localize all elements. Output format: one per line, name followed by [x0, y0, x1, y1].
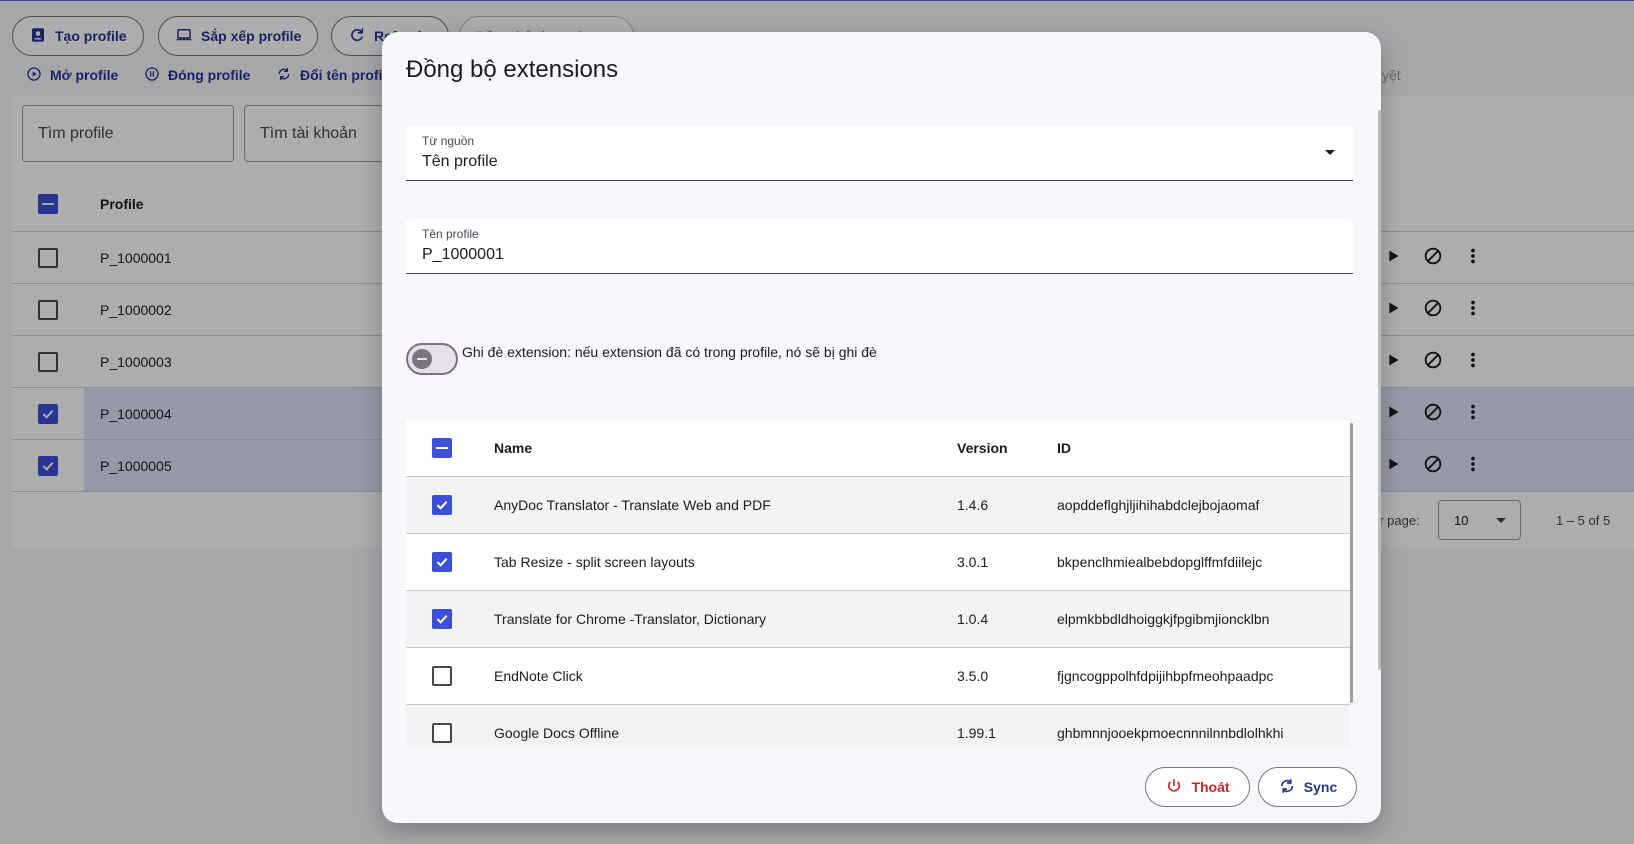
extensions-table-header: Name Version ID	[406, 420, 1350, 477]
table-row[interactable]: Translate for Chrome -Translator, Dictio…	[406, 591, 1350, 648]
source-value: Tên profile	[422, 153, 498, 170]
sync-button[interactable]: Sync	[1258, 767, 1357, 807]
dialog-scrollbar[interactable]	[1378, 110, 1381, 670]
extension-name: Google Docs Offline	[494, 725, 620, 741]
version-column-header: Version	[957, 440, 1008, 456]
exit-button[interactable]: Thoát	[1145, 767, 1250, 807]
extensions-scrollbar[interactable]	[1350, 423, 1353, 703]
extension-checkbox[interactable]	[432, 723, 452, 743]
profile-name-label: Tên profile	[422, 227, 479, 241]
extension-id: elpmkbbdldhoiggkjfpgibmjioncklbn	[1057, 611, 1270, 627]
source-select[interactable]: Từ nguồn Tên profile	[406, 126, 1353, 181]
extension-id: ghbmnnjooekpmoecnnnilnnbdlolhkhi	[1057, 725, 1284, 741]
id-column-header: ID	[1057, 440, 1071, 456]
dropdown-arrow-icon	[1325, 150, 1335, 155]
extension-version: 1.4.6	[957, 497, 989, 513]
power-icon	[1165, 777, 1183, 798]
extensions-table: Name Version ID AnyDoc Translator - Tran…	[406, 420, 1350, 748]
minus-icon	[412, 349, 432, 369]
source-label: Từ nguồn	[422, 134, 475, 148]
exit-label: Thoát	[1191, 779, 1230, 795]
extension-version: 3.5.0	[957, 668, 989, 684]
overwrite-label: Ghi đè extension: nếu extension đã có tr…	[462, 344, 877, 360]
extension-id: bkpenclhmiealbebdopglffmfdiilejc	[1057, 554, 1263, 570]
table-row[interactable]: Google Docs Offline 1.99.1 ghbmnnjooekpm…	[406, 705, 1350, 748]
profile-name-value: P_1000001	[422, 246, 504, 263]
extension-name: AnyDoc Translator - Translate Web and PD…	[494, 497, 771, 513]
table-row[interactable]: AnyDoc Translator - Translate Web and PD…	[406, 477, 1350, 534]
extension-name: EndNote Click	[494, 668, 583, 684]
extension-id: aopddeflghjljihihabdclejbojaomaf	[1057, 497, 1260, 513]
extension-checkbox[interactable]	[432, 552, 452, 572]
extension-version: 1.99.1	[957, 725, 996, 741]
extension-checkbox[interactable]	[432, 666, 452, 686]
table-row[interactable]: Tab Resize - split screen layouts 3.0.1 …	[406, 534, 1350, 591]
sync-label: Sync	[1303, 779, 1338, 795]
sync-extensions-dialog: Đồng bộ extensions Từ nguồn Tên profile …	[382, 32, 1381, 823]
overwrite-toggle[interactable]	[406, 343, 458, 375]
extension-name: Translate for Chrome -Translator, Dictio…	[494, 611, 767, 627]
extension-name: Tab Resize - split screen layouts	[494, 554, 695, 570]
select-all-extensions-checkbox[interactable]	[432, 438, 452, 458]
extension-version: 1.0.4	[957, 611, 989, 627]
dialog-title: Đồng bộ extensions	[406, 56, 619, 83]
extension-checkbox[interactable]	[432, 495, 452, 515]
sync-icon	[1278, 777, 1296, 798]
name-column-header: Name	[494, 440, 533, 456]
extension-checkbox[interactable]	[432, 609, 452, 629]
extension-id: fjgncogppolhfdpijihbpfmeohpaadpc	[1057, 668, 1274, 684]
profile-name-field[interactable]: Tên profile P_1000001	[406, 219, 1353, 274]
extension-version: 3.0.1	[957, 554, 989, 570]
table-row[interactable]: EndNote Click 3.5.0 fjgncogppolhfdpijihb…	[406, 648, 1350, 705]
